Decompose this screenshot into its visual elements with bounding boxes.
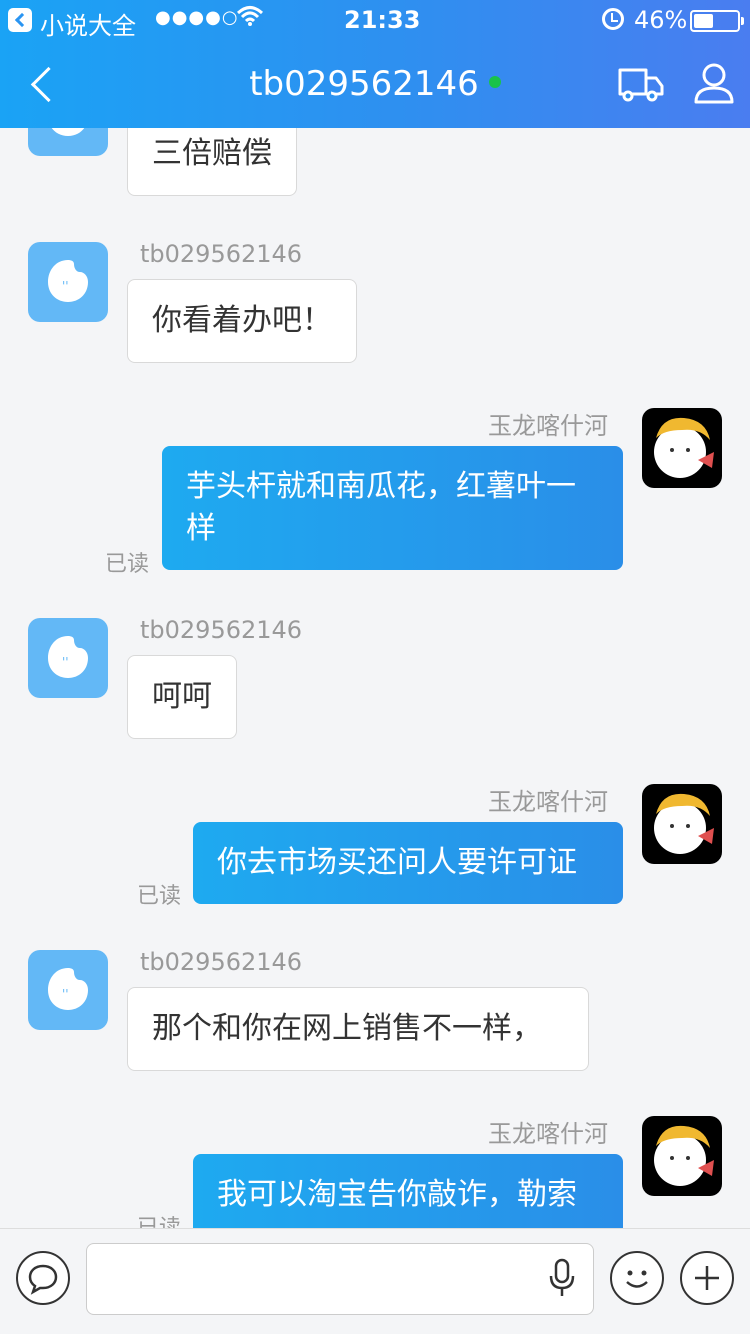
battery-icon xyxy=(690,10,744,32)
message-text-line: 芋头杆就和南瓜花，红薯叶一 xyxy=(186,469,576,504)
message-text: 你去市场买还问人要许可证 xyxy=(217,845,577,880)
svg-text:'': '' xyxy=(62,987,69,1001)
back-to-app-icon[interactable] xyxy=(8,8,32,32)
svg-text:'': '' xyxy=(62,279,69,293)
message-bubble-outgoing[interactable]: 我可以淘宝告你敲诈，勒索 xyxy=(193,1154,623,1228)
read-status: 已读 xyxy=(137,1210,181,1228)
signal-icon: ●●●●○ xyxy=(155,7,239,28)
sender-name: tb029562146 xyxy=(140,616,303,644)
message-bubble-incoming[interactable]: 呵呵 xyxy=(127,655,237,739)
svg-text:'': '' xyxy=(62,655,69,669)
contact-name: tb029562146 xyxy=(249,64,479,104)
message-bubble-incoming[interactable]: 你看着办吧！ xyxy=(127,279,357,363)
message-bubble-outgoing[interactable]: 芋头杆就和南瓜花，红薯叶一 样 xyxy=(162,446,623,570)
message-text: 我可以淘宝告你敲诈，勒索 xyxy=(217,1177,577,1212)
emoji-icon[interactable] xyxy=(610,1251,664,1305)
avatar[interactable] xyxy=(642,1116,722,1196)
header: 小说大全 ●●●●○ 21:33 46% tb029562146 xyxy=(0,0,750,128)
message-text: 呵呵 xyxy=(152,679,212,714)
sender-name: 玉龙喀什河 xyxy=(488,788,608,816)
message-text: 你看着办吧！ xyxy=(152,303,332,338)
status-time: 21:33 xyxy=(344,6,421,34)
microphone-icon[interactable] xyxy=(549,1258,575,1302)
wifi-icon xyxy=(236,4,264,34)
sender-name: 玉龙喀什河 xyxy=(488,412,608,440)
avatar[interactable]: '' xyxy=(28,950,108,1030)
chat-area[interactable]: 三倍赔偿 '' tb029562146 你看着办吧！ 玉龙喀什河 芋头杆就和南瓜… xyxy=(0,0,750,1228)
status-app-name[interactable]: 小说大全 xyxy=(40,6,136,41)
sender-name: tb029562146 xyxy=(140,240,303,268)
status-bar: 小说大全 ●●●●○ 21:33 46% xyxy=(0,0,750,40)
truck-icon[interactable] xyxy=(616,64,664,104)
input-bar xyxy=(0,1228,750,1334)
sender-name: 玉龙喀什河 xyxy=(488,1120,608,1148)
read-status: 已读 xyxy=(105,552,150,577)
avatar[interactable] xyxy=(642,784,722,864)
message-text: 那个和你在网上销售不一样， xyxy=(152,1011,542,1046)
online-status-dot xyxy=(488,75,501,88)
sender-name: tb029562146 xyxy=(140,948,303,976)
message-text: 三倍赔偿 xyxy=(152,136,272,171)
message-bubble-outgoing[interactable]: 你去市场买还问人要许可证 xyxy=(193,822,623,904)
user-icon[interactable] xyxy=(692,62,740,106)
battery-percent: 46% xyxy=(634,6,688,34)
message-input[interactable] xyxy=(86,1243,594,1315)
avatar[interactable] xyxy=(642,408,722,488)
message-bubble-incoming[interactable]: 那个和你在网上销售不一样， xyxy=(127,987,589,1071)
plus-icon[interactable] xyxy=(680,1251,734,1305)
avatar[interactable]: '' xyxy=(28,618,108,698)
chat-bubble-icon[interactable] xyxy=(16,1251,70,1305)
alarm-icon xyxy=(602,8,624,30)
battery-fill xyxy=(694,14,713,28)
read-status: 已读 xyxy=(137,884,182,909)
message-text-line: 样 xyxy=(186,511,216,546)
avatar[interactable]: '' xyxy=(28,242,108,322)
